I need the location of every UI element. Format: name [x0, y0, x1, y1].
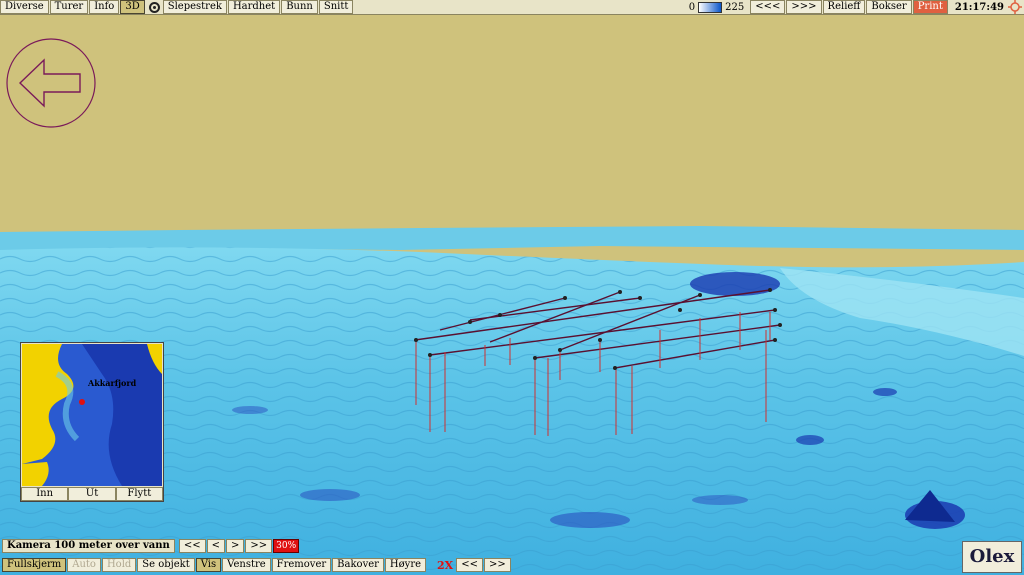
back-arrow-icon[interactable] [6, 38, 96, 128]
camera-forward-button[interactable]: > [225, 539, 245, 553]
bottom-navigation-bar: Fullskjerm Auto Hold Se objekt Vis Venst… [2, 558, 512, 572]
olex-logo: Olex [962, 541, 1022, 573]
mini-map: Akkarfjord Inn Ut Flytt [20, 342, 164, 502]
move-button[interactable]: Flytt [115, 487, 163, 501]
locator-icon[interactable] [1008, 0, 1022, 14]
zoom-in-button[interactable]: Inn [21, 487, 69, 501]
hold-button[interactable]: Hold [101, 558, 137, 572]
compass-icon[interactable] [148, 1, 160, 13]
speed-indicator: 2X [437, 558, 454, 572]
mini-map-chart[interactable]: Akkarfjord [22, 344, 162, 486]
menu-diverse[interactable]: Diverse [0, 0, 49, 14]
camera-first-button[interactable]: << [178, 539, 206, 553]
prev-button[interactable]: <<< [750, 0, 786, 14]
show-button[interactable]: Vis [195, 558, 222, 572]
mini-map-controls: Inn Ut Flytt [21, 487, 163, 501]
scale-max: 225 [725, 1, 745, 13]
depth-scale: 0 225 [688, 1, 745, 13]
fullscreen-button[interactable]: Fullskjerm [2, 558, 67, 572]
turn-right-button[interactable]: Høyre [384, 558, 427, 572]
menu-slepestrek[interactable]: Slepestrek [162, 0, 227, 14]
menu-turer[interactable]: Turer [49, 0, 89, 14]
top-right-controls: 0 225 <<< >>> Relieff Bokser Print 21:17… [689, 0, 1024, 14]
menu-bunn[interactable]: Bunn [281, 0, 318, 14]
turn-left-button[interactable]: Venstre [222, 558, 271, 572]
camera-back-button[interactable]: < [206, 539, 225, 553]
clock: 21:17:49 [954, 1, 1004, 13]
scale-min: 0 [688, 1, 696, 13]
move-forward-button[interactable]: Fremover [271, 558, 332, 572]
camera-height-label: Kamera 100 meter over vann [2, 539, 175, 553]
boxes-button[interactable]: Bokser [866, 0, 912, 14]
camera-percent-badge[interactable]: 30% [273, 539, 300, 553]
print-button[interactable]: Print [912, 0, 948, 14]
scale-gradient [698, 1, 723, 13]
see-object-button[interactable]: Se objekt [137, 558, 195, 572]
relief-button[interactable]: Relieff [822, 0, 866, 14]
mini-map-place-label: Akkarfjord [88, 378, 137, 388]
menu-hardhet[interactable]: Hardhet [227, 0, 281, 14]
slower-button[interactable]: << [456, 558, 483, 572]
camera-bar: Kamera 100 meter over vann << < > >> 30% [2, 539, 300, 553]
move-backward-button[interactable]: Bakover [332, 558, 384, 572]
faster-button[interactable]: >> [483, 558, 511, 572]
zoom-out-button[interactable]: Ut [68, 487, 116, 501]
menu-info[interactable]: Info [89, 0, 120, 14]
auto-button[interactable]: Auto [67, 558, 101, 572]
next-button[interactable]: >>> [786, 0, 822, 14]
menu-snitt[interactable]: Snitt [318, 0, 354, 14]
menu-3d[interactable]: 3D [120, 0, 145, 14]
camera-last-button[interactable]: >> [245, 539, 273, 553]
